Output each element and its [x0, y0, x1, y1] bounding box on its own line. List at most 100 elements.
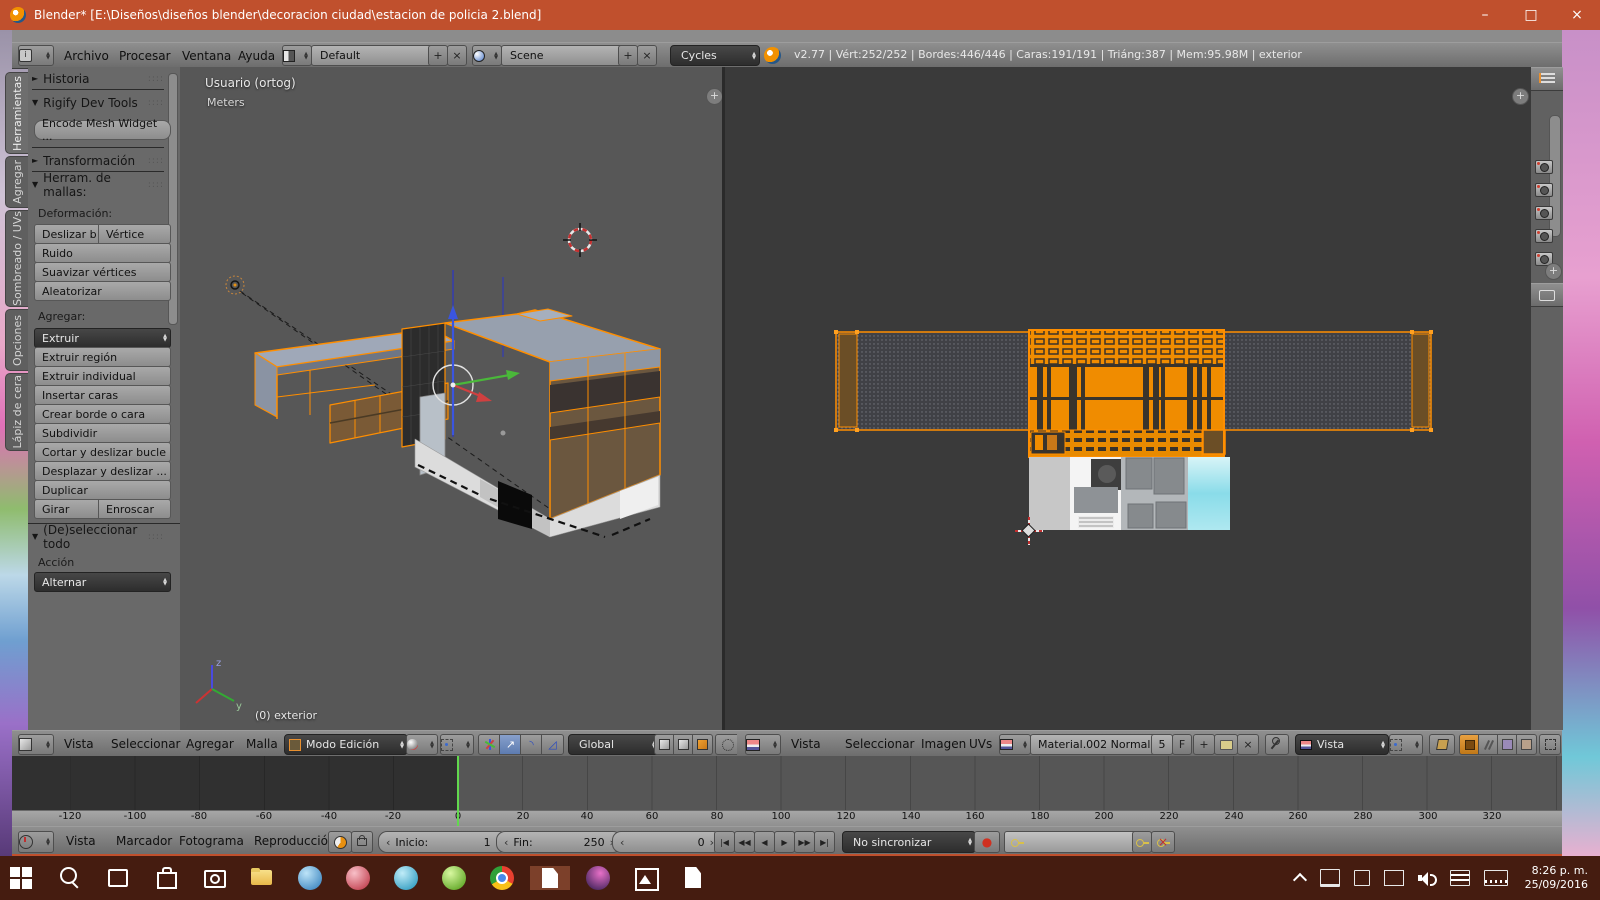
keying-set-field[interactable] [1004, 831, 1138, 853]
pin-button[interactable] [1265, 734, 1289, 755]
uv-image-editor[interactable] [725, 67, 1530, 730]
tab-lapiz-de-cera[interactable]: Lápiz de cera [5, 373, 29, 451]
store-icon[interactable] [154, 866, 178, 890]
tab-sombreado-uvs[interactable]: Sombreado / UVs [5, 210, 29, 307]
image-unlink-button[interactable]: × [1237, 734, 1259, 755]
panel-deseleccionar-todo[interactable]: ▼(De)seleccionar todo:::: [32, 529, 164, 544]
tray-speaker-icon[interactable] [1418, 871, 1436, 885]
menu-tl-marcador[interactable]: Marcador [112, 827, 176, 855]
mode-dropdown[interactable]: Modo Edición ▲▼ [284, 734, 408, 755]
layout-add-button[interactable]: + [428, 45, 448, 66]
panel-historia[interactable]: ►Historia:::: [32, 71, 164, 86]
tray-network-icon[interactable] [1384, 870, 1404, 886]
extruir-region-button[interactable]: Extruir región [34, 347, 171, 367]
tab-herramientas[interactable]: Herramientas [5, 72, 29, 154]
editor-type-3d-button[interactable]: ▲▼ [18, 734, 54, 755]
editor-type-uv-button[interactable]: ▲▼ [745, 734, 781, 755]
menu-archivo[interactable]: Archivo [60, 43, 113, 68]
media-player-red-icon[interactable] [346, 866, 370, 890]
screen-layout-name-field[interactable]: Default [311, 45, 437, 66]
image-users-count[interactable]: 5 [1151, 734, 1173, 755]
panel-rigify-dev-tools[interactable]: ▼Rigify Dev Tools:::: [32, 95, 164, 110]
insertar-caras-button[interactable]: Insertar caras [34, 385, 171, 405]
tab-agregar[interactable]: Agregar [5, 156, 29, 208]
subdividir-button[interactable]: Subdividir [34, 423, 171, 443]
active-document-app[interactable] [530, 866, 570, 890]
uv-island-select-button[interactable] [1516, 734, 1537, 755]
tray-chevron-up-icon[interactable] [1294, 872, 1306, 884]
camera-app-icon[interactable] [202, 866, 226, 890]
chrome-icon[interactable] [490, 866, 514, 890]
edge-select-button[interactable] [673, 734, 694, 755]
layout-delete-button[interactable]: × [447, 45, 467, 66]
tray-keyboard-icon[interactable] [1484, 870, 1508, 886]
menu-procesar[interactable]: Procesar [115, 43, 175, 68]
start-button[interactable] [10, 866, 34, 890]
close-button[interactable]: × [1554, 0, 1600, 30]
tray-action-center-icon[interactable] [1450, 870, 1470, 886]
menu-3d-malla[interactable]: Malla [242, 731, 282, 757]
panel-herram-de-mallas[interactable]: ▼Herram. de mallas::::: [32, 177, 164, 192]
properties-header[interactable] [1531, 283, 1563, 307]
menu-tl-fotograma[interactable]: Fotograma [175, 827, 248, 855]
media-player-teal-icon[interactable] [394, 866, 418, 890]
tray-monitor-icon[interactable] [1320, 869, 1340, 887]
paint-orb-icon[interactable] [586, 866, 610, 890]
menu-uv-vista[interactable]: Vista [787, 731, 825, 757]
menu-tl-vista[interactable]: Vista [62, 827, 100, 855]
task-view-icon[interactable] [106, 866, 130, 890]
desplazar-y-deslizar-button[interactable]: Desplazar y deslizar ... [34, 461, 171, 481]
uv-pivot-dropdown[interactable]: ▲▼ [1389, 734, 1423, 755]
lock-icon[interactable] [351, 831, 373, 853]
play-button[interactable]: ▶ [774, 831, 795, 853]
accion-dropdown[interactable]: Alternar ▲▼ [34, 572, 171, 592]
use-preview-range-button[interactable] [328, 831, 352, 853]
frame-start-field[interactable]: ‹ Inicio: 1 › [378, 831, 508, 853]
menu-uv-imagen[interactable]: Imagen [917, 731, 970, 757]
outliner-header[interactable] [1531, 67, 1563, 91]
screen-layout-browse-button[interactable]: ▲▼ [282, 45, 312, 66]
vertex-select-button[interactable] [654, 734, 675, 755]
tray-battery-icon[interactable] [1354, 870, 1370, 886]
render-layers-tab-icon[interactable] [1535, 178, 1553, 202]
manipulator-axes-toggle[interactable] [478, 734, 501, 755]
photos-icon[interactable] [634, 866, 658, 890]
viewport-3d[interactable]: z y Usuario (ortog) Meters (0) exterior [180, 67, 722, 730]
encode-mesh-widget-button[interactable]: Encode Mesh Widget ... [34, 120, 171, 140]
duplicar-button[interactable]: Duplicar [34, 480, 171, 500]
orientation-dropdown[interactable]: Global ▲▼ [568, 734, 660, 755]
crear-borde-o-cara-button[interactable]: Crear borde o cara [34, 404, 171, 424]
menu-3d-seleccionar[interactable]: Seleccionar [107, 731, 184, 757]
file-explorer-icon[interactable] [250, 866, 274, 890]
media-player-blue-icon[interactable] [298, 866, 322, 890]
image-open-button[interactable] [1214, 734, 1238, 755]
current-frame-field[interactable]: ‹ 0 › [612, 831, 722, 853]
search-icon[interactable] [58, 866, 82, 890]
cortar-y-deslizar-bucle-button[interactable]: Cortar y deslizar bucle [34, 442, 171, 462]
maximize-button[interactable]: □ [1508, 0, 1554, 30]
uv-edge-select-button[interactable] [1478, 734, 1499, 755]
deslizar-vertice-button[interactable]: Vértice [98, 224, 171, 244]
insert-keyframe-button[interactable] [1132, 831, 1152, 853]
strip-expand-button[interactable]: + [1545, 263, 1562, 280]
extruir-dropdown[interactable]: Extruir ▲▼ [34, 328, 171, 348]
sync-mode-dropdown[interactable]: No sincronizar ▲▼ [842, 831, 976, 853]
girar-button[interactable]: Girar [34, 499, 105, 519]
uv-face-select-button[interactable] [1497, 734, 1518, 755]
panel-transformacion[interactable]: ►Transformación:::: [32, 153, 164, 168]
enroscar-button[interactable]: Enroscar [98, 499, 171, 519]
itunes-green-icon[interactable] [442, 866, 466, 890]
menu-3d-vista[interactable]: Vista [60, 731, 98, 757]
rotate-manipulator-button[interactable]: ◝ [520, 734, 543, 755]
taskbar-clock[interactable]: 8:26 p. m. 25/09/2016 [1525, 864, 1588, 892]
uv-properties-expand-button[interactable]: + [1512, 88, 1529, 105]
scene-name-field[interactable]: Scene [501, 45, 627, 66]
image-new-button[interactable]: + [1193, 734, 1215, 755]
image-name-field[interactable]: Material.002 Normal [1030, 734, 1159, 755]
minimize-button[interactable]: – [1462, 0, 1508, 30]
jump-to-end-button[interactable]: ▶| [814, 831, 835, 853]
scale-manipulator-button[interactable]: ◿ [541, 734, 564, 755]
image-browse-button[interactable]: ▲▼ [999, 734, 1031, 755]
scene-add-button[interactable]: + [618, 45, 638, 66]
scene-tab-icon[interactable] [1535, 201, 1553, 225]
